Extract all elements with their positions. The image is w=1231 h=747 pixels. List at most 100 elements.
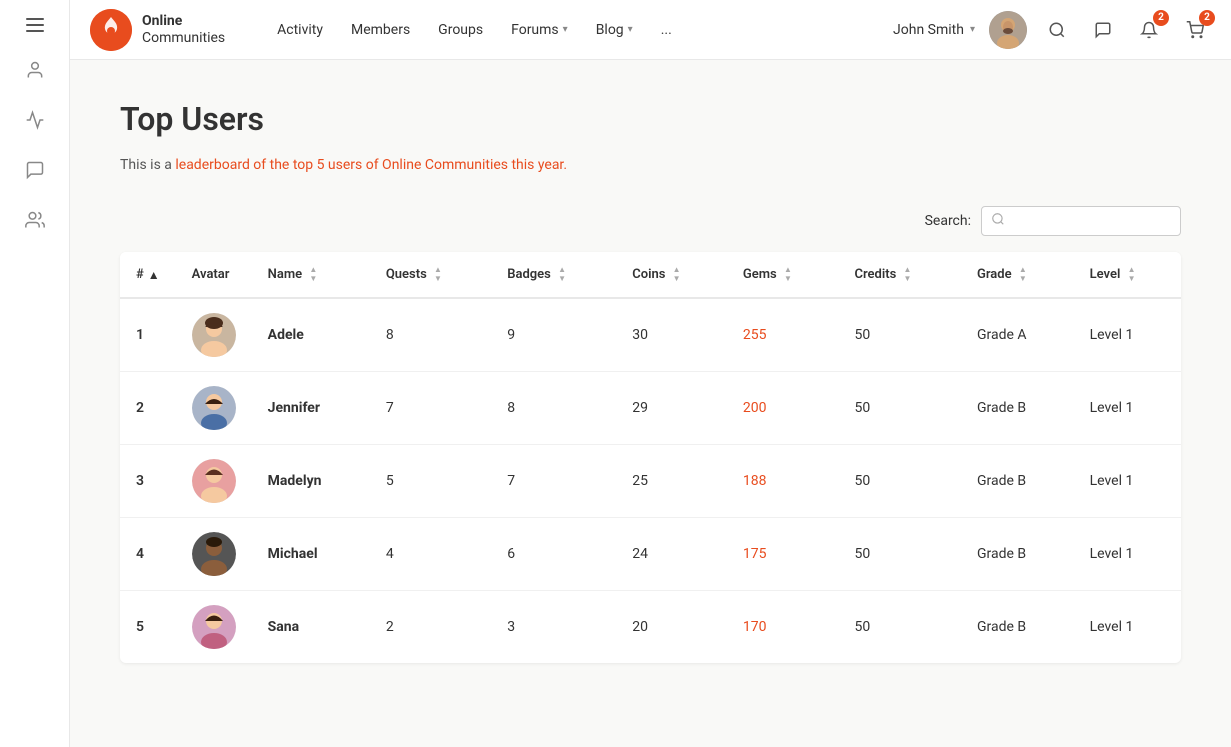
- page-subtitle: This is a leaderboard of the top 5 users…: [120, 154, 1181, 176]
- sidebar: [0, 0, 70, 747]
- quests-cell: 2: [370, 591, 491, 664]
- badges-cell: 9: [491, 298, 616, 372]
- col-badges[interactable]: Badges ▲▼: [491, 252, 616, 298]
- col-quests[interactable]: Quests ▲▼: [370, 252, 491, 298]
- name-cell: Michael: [252, 518, 370, 591]
- col-rank[interactable]: # ▲: [120, 252, 176, 298]
- sidebar-icon-user[interactable]: [15, 50, 55, 90]
- sidebar-icon-activity[interactable]: [15, 100, 55, 140]
- rank-cell: 2: [120, 372, 176, 445]
- users-table: # ▲ Avatar Name ▲▼ Quests ▲▼: [120, 252, 1181, 663]
- user-avatar-3[interactable]: [192, 532, 236, 576]
- nav-links: Activity Members Groups Forums ▾ Blog ▾ …: [265, 16, 684, 44]
- table-row: 4 Michael 4 6 24 175 50 Grade B Level 1: [120, 518, 1181, 591]
- grade-cell: Grade B: [961, 445, 1074, 518]
- credits-cell: 50: [838, 518, 961, 591]
- logo[interactable]: Online Communities: [90, 9, 225, 51]
- content-area: Top Users This is a leaderboard of the t…: [70, 60, 1231, 747]
- sidebar-icon-message[interactable]: [15, 150, 55, 190]
- nav-activity[interactable]: Activity: [265, 16, 335, 44]
- avatar-cell: [176, 518, 252, 591]
- hamburger-menu[interactable]: [18, 10, 52, 40]
- table-row: 5 Sana 2 3 20 170 50 Grade B Level 1: [120, 591, 1181, 664]
- col-avatar[interactable]: Avatar: [176, 252, 252, 298]
- level-cell: Level 1: [1074, 518, 1181, 591]
- badges-cell: 7: [491, 445, 616, 518]
- coins-cell: 29: [616, 372, 727, 445]
- credits-cell: 50: [838, 445, 961, 518]
- logo-icon: [90, 9, 132, 51]
- credits-cell: 50: [838, 372, 961, 445]
- navbar: Online Communities Activity Members Grou…: [70, 0, 1231, 60]
- rank-cell: 4: [120, 518, 176, 591]
- cart-button[interactable]: 2: [1179, 14, 1211, 46]
- col-gems[interactable]: Gems ▲▼: [727, 252, 839, 298]
- user-avatar-4[interactable]: [192, 605, 236, 649]
- rank-cell: 3: [120, 445, 176, 518]
- user-avatar[interactable]: [989, 11, 1027, 49]
- gems-cell: 170: [727, 591, 839, 664]
- coins-cell: 25: [616, 445, 727, 518]
- quests-cell: 7: [370, 372, 491, 445]
- nav-groups[interactable]: Groups: [426, 16, 495, 44]
- nav-blog[interactable]: Blog ▾: [584, 16, 645, 44]
- table-header-row: # ▲ Avatar Name ▲▼ Quests ▲▼: [120, 252, 1181, 298]
- quests-cell: 4: [370, 518, 491, 591]
- table-row: 1 Adele 8 9 30 255 50 Grade A Level 1: [120, 298, 1181, 372]
- name-cell: Jennifer: [252, 372, 370, 445]
- grade-cell: Grade B: [961, 518, 1074, 591]
- rank-cell: 1: [120, 298, 176, 372]
- avatar-cell: [176, 372, 252, 445]
- user-avatar-1[interactable]: [192, 386, 236, 430]
- name-cell: Sana: [252, 591, 370, 664]
- search-wrap: [981, 206, 1181, 236]
- grade-cell: Grade A: [961, 298, 1074, 372]
- avatar-cell: [176, 298, 252, 372]
- forums-chevron-icon: ▾: [563, 24, 568, 35]
- badges-cell: 6: [491, 518, 616, 591]
- nav-forums[interactable]: Forums ▾: [499, 16, 580, 44]
- nav-more[interactable]: ...: [649, 16, 684, 44]
- col-credits[interactable]: Credits ▲▼: [838, 252, 961, 298]
- user-chevron-icon: ▾: [970, 24, 975, 35]
- col-level[interactable]: Level ▲▼: [1074, 252, 1181, 298]
- credits-cell: 50: [838, 591, 961, 664]
- badges-cell: 3: [491, 591, 616, 664]
- table-row: 2 Jennifer 7 8 29 200 50 Grade B Level 1: [120, 372, 1181, 445]
- user-menu[interactable]: John Smith ▾: [893, 22, 975, 38]
- cart-badge: 2: [1199, 10, 1215, 26]
- coins-cell: 20: [616, 591, 727, 664]
- user-name: John Smith: [893, 22, 964, 38]
- col-name[interactable]: Name ▲▼: [252, 252, 370, 298]
- notifications-badge: 2: [1153, 10, 1169, 26]
- messages-button[interactable]: [1087, 14, 1119, 46]
- search-button[interactable]: [1041, 14, 1073, 46]
- gems-cell: 188: [727, 445, 839, 518]
- sidebar-icon-group[interactable]: [15, 200, 55, 240]
- col-coins[interactable]: Coins ▲▼: [616, 252, 727, 298]
- table-row: 3 Madelyn 5 7 25 188 50 Grade B Level 1: [120, 445, 1181, 518]
- logo-line1: Online: [142, 13, 225, 30]
- user-avatar-2[interactable]: [192, 459, 236, 503]
- level-cell: Level 1: [1074, 298, 1181, 372]
- avatar-cell: [176, 445, 252, 518]
- avatar-cell: [176, 591, 252, 664]
- level-cell: Level 1: [1074, 591, 1181, 664]
- col-grade[interactable]: Grade ▲▼: [961, 252, 1074, 298]
- name-cell: Adele: [252, 298, 370, 372]
- nav-members[interactable]: Members: [339, 16, 422, 44]
- search-input[interactable]: [981, 206, 1181, 236]
- user-avatar-0[interactable]: [192, 313, 236, 357]
- notifications-button[interactable]: 2: [1133, 14, 1165, 46]
- grade-cell: Grade B: [961, 591, 1074, 664]
- gems-cell: 200: [727, 372, 839, 445]
- gems-cell: 175: [727, 518, 839, 591]
- subtitle-link: leaderboard of the top 5 users of Online…: [175, 157, 567, 173]
- search-label: Search:: [925, 213, 971, 229]
- blog-chevron-icon: ▾: [628, 24, 633, 35]
- name-cell: Madelyn: [252, 445, 370, 518]
- coins-cell: 30: [616, 298, 727, 372]
- level-cell: Level 1: [1074, 445, 1181, 518]
- grade-cell: Grade B: [961, 372, 1074, 445]
- level-cell: Level 1: [1074, 372, 1181, 445]
